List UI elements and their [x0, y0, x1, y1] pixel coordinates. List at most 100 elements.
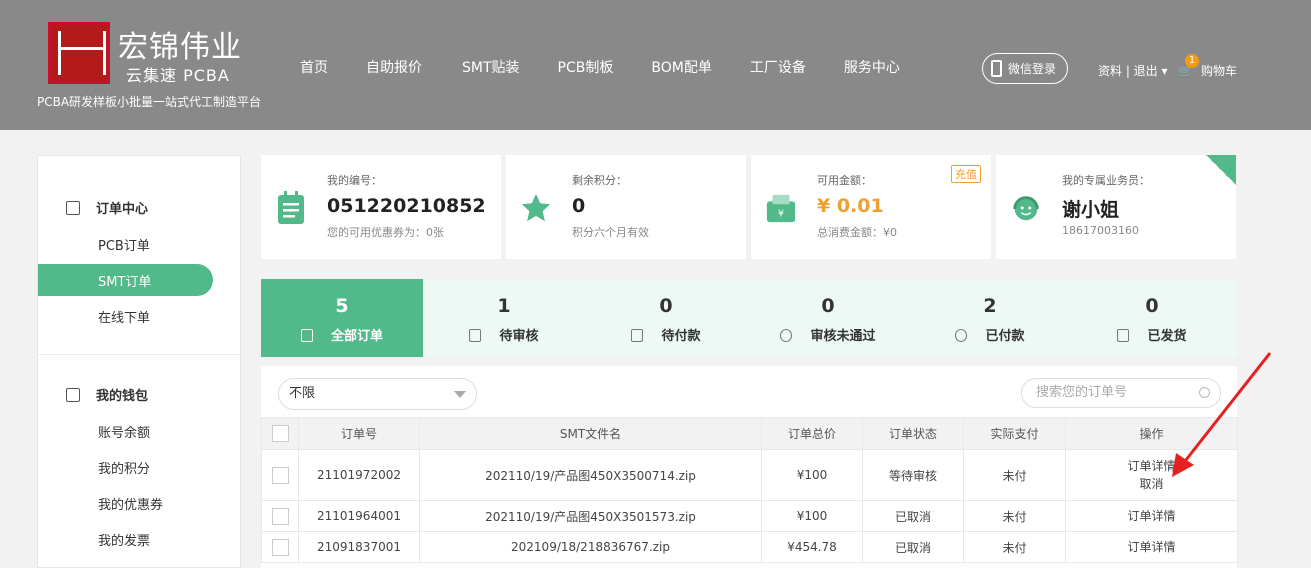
row-checkbox[interactable]	[271, 507, 289, 525]
row-checkbox[interactable]	[271, 466, 289, 484]
nav-home[interactable]: 首页	[300, 57, 328, 77]
qr-code-icon[interactable]	[1206, 155, 1236, 185]
points-note: 积分六个月有效	[572, 226, 649, 239]
payment-icon	[631, 329, 644, 342]
tab-count: 0	[1145, 295, 1159, 317]
order-status: 已取消	[862, 531, 964, 563]
sales-rep-label: 我的专属业务员：	[1062, 174, 1150, 187]
sales-rep-name: 谢小姐	[1062, 199, 1120, 221]
order-id: 21101972002	[298, 449, 420, 501]
logo-title: 宏锦伟业	[118, 30, 242, 65]
logo[interactable]: 宏锦伟业 云集速 PCBA	[48, 22, 248, 86]
sidebar-item-coupons[interactable]: 我的优惠券	[98, 494, 163, 513]
recharge-button[interactable]: 充值	[951, 165, 981, 183]
clipboard-icon	[278, 191, 304, 224]
file-link[interactable]: 202110/19/产品图450X3501573.zip	[419, 500, 762, 532]
order-details-link[interactable]: 订单详情	[1065, 531, 1238, 563]
card-points: 剩余积分： 0 积分六个月有效	[506, 155, 746, 259]
nav-service[interactable]: 服务中心	[844, 57, 900, 77]
truck-icon	[1117, 329, 1130, 342]
sidebar-section-wallet: 我的钱包	[66, 385, 148, 404]
main-nav: 首页 自助报价 SMT贴装 PCB制板 BOM配单 工厂设备 服务中心	[300, 57, 938, 77]
tab-label: 全部订单	[261, 325, 423, 344]
sidebar-item-online-order[interactable]: 在线下单	[98, 307, 150, 326]
order-price: ¥454.78	[761, 531, 863, 563]
tab-review-failed[interactable]: 0 审核未通过	[747, 279, 909, 357]
logo-mark	[48, 22, 110, 84]
wechat-login-label: 微信登录	[1008, 62, 1057, 76]
top-header: 宏锦伟业 云集速 PCBA PCBA研发样板小批量一站式代工制造平台 首页 自助…	[0, 0, 1311, 130]
sidebar-item-pcb-orders[interactable]: PCB订单	[98, 235, 150, 254]
status-filter-select[interactable]: 不限	[278, 378, 477, 410]
sidebar: 订单中心 PCB订单 SMT订单 在线下单 我的钱包 账号余额 我的积分 我的优…	[37, 155, 242, 568]
cart-count-badge: 1	[1185, 54, 1199, 68]
cart-button[interactable]: 🛒 1 购物车	[1178, 54, 1237, 79]
sidebar-section-orders: 订单中心	[66, 198, 148, 217]
sidebar-item-invoices[interactable]: 我的发票	[98, 530, 150, 549]
sidebar-section-orders-label: 订单中心	[96, 202, 149, 217]
tab-label: 待审核	[423, 325, 585, 344]
tab-label: 审核未通过	[747, 325, 909, 344]
tab-paid[interactable]: 2 已付款	[909, 279, 1071, 357]
tab-pending-payment[interactable]: 0 待付款	[585, 279, 747, 357]
file-link[interactable]: 202110/19/产品图450X3500714.zip	[419, 449, 762, 501]
sidebar-item-smt-orders[interactable]: SMT订单	[38, 264, 213, 296]
order-price: ¥100	[761, 449, 863, 501]
sidebar-item-balance[interactable]: 账号余额	[98, 422, 150, 441]
order-details-link[interactable]: 订单详情	[1065, 500, 1238, 532]
tab-label: 待付款	[585, 325, 747, 344]
order-paid: 未付	[963, 531, 1066, 563]
file-link[interactable]: 202109/18/218836767.zip	[419, 531, 762, 563]
tab-label: 已发货	[1071, 325, 1233, 344]
card-balance: ¥ 可用金额： ¥ 0.01 总消费金额：¥0 充值	[751, 155, 991, 259]
nav-smt[interactable]: SMT贴装	[462, 57, 520, 77]
list-icon	[300, 329, 313, 342]
orders-panel: 不限 搜索您的订单号 订单号 SMT文件名 订单总价 订单状态 实际支付 操作 …	[261, 366, 1238, 568]
balance-value: ¥ 0.01	[817, 195, 884, 217]
tab-count: 5	[335, 295, 349, 317]
sales-rep-phone: 18617003160	[1062, 224, 1139, 237]
order-status: 已取消	[862, 500, 964, 532]
table-row: 21101972002 202110/19/产品图450X3500714.zip…	[261, 449, 1238, 501]
nav-self-quote[interactable]: 自助报价	[366, 57, 422, 77]
nav-pcb[interactable]: PCB制板	[558, 57, 614, 77]
tab-pending-review[interactable]: 1 待审核	[423, 279, 585, 357]
member-id-label: 我的编号：	[327, 174, 382, 187]
user-links[interactable]: 资料 | 退出 ▾	[1098, 62, 1168, 79]
nav-bom[interactable]: BOM配单	[651, 57, 711, 77]
table-row: 21091837001 202109/18/218836767.zip ¥454…	[261, 531, 1238, 563]
star-icon	[521, 193, 551, 222]
card-member-id: 我的编号： 051220210852 您的可用优惠券为：0张	[261, 155, 501, 259]
orders-table: 订单号 SMT文件名 订单总价 订单状态 实际支付 操作 21101972002…	[261, 417, 1238, 563]
order-id: 21101964001	[298, 500, 420, 532]
tab-all-orders[interactable]: 5 全部订单	[261, 279, 423, 357]
row-select-cell	[261, 449, 299, 501]
sidebar-item-points[interactable]: 我的积分	[98, 458, 150, 477]
order-price: ¥100	[761, 500, 863, 532]
review-icon	[469, 329, 482, 342]
points-label: 剩余积分：	[572, 174, 627, 187]
nav-factory[interactable]: 工厂设备	[750, 57, 806, 77]
member-id-value: 051220210852	[327, 195, 486, 217]
tagline: PCBA研发样板小批量一站式代工制造平台	[37, 95, 262, 109]
balance-label: 可用金额：	[817, 174, 872, 187]
points-value: 0	[572, 195, 586, 217]
col-total-price: 订单总价	[761, 417, 863, 450]
wallet-icon	[66, 387, 80, 402]
svg-text:¥: ¥	[778, 208, 784, 219]
annotation-arrow-icon	[1172, 352, 1272, 477]
order-status-tabs: 5 全部订单 1 待审核 0 待付款 0 审核未通过 2 已付款 0 已发货	[261, 279, 1237, 357]
wechat-login-button[interactable]: 微信登录	[982, 53, 1068, 84]
coupon-note: 您的可用优惠券为：0张	[327, 226, 444, 239]
sidebar-item-label: SMT订单	[98, 275, 152, 290]
phone-icon	[991, 60, 1002, 77]
wallet-money-icon: ¥	[766, 194, 796, 223]
table-header-row: 订单号 SMT文件名 订单总价 订单状态 实际支付 操作	[261, 417, 1238, 450]
tab-count: 1	[497, 295, 511, 317]
order-paid: 未付	[963, 500, 1066, 532]
row-checkbox[interactable]	[271, 538, 289, 556]
tab-count: 2	[983, 295, 997, 317]
select-all-checkbox[interactable]	[271, 425, 289, 442]
col-order-id: 订单号	[298, 417, 420, 450]
cart-label: 购物车	[1200, 64, 1237, 78]
